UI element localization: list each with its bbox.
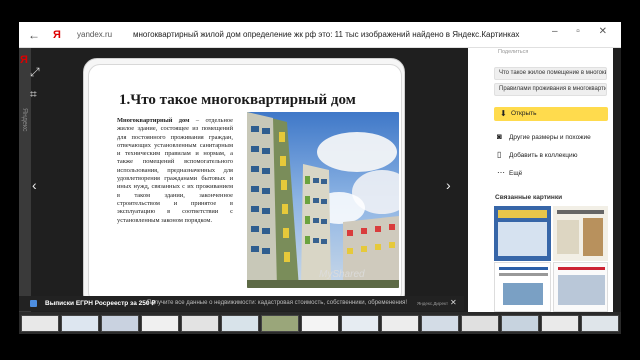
related-image-thumb[interactable]	[494, 206, 551, 261]
ad-banner[interactable]: Выписки ЕГРН Росреестр за 250 ₽ Получите…	[19, 296, 464, 311]
expand-icon[interactable]: ⤢	[30, 66, 40, 78]
screen: ← Я yandex.ru многоквартирный жилой дом …	[0, 0, 640, 360]
action-label: Ещё	[509, 170, 523, 177]
slide-sheet: 1.Что такое многоквартирный дом Многоква…	[88, 64, 402, 304]
share-label[interactable]: Поделиться	[498, 49, 528, 55]
filmstrip-thumb[interactable]	[501, 315, 539, 332]
ad-source: Яндекс.Директ	[417, 301, 449, 306]
action-label: Другие размеры и похожие	[509, 134, 591, 141]
filmstrip-thumb[interactable]	[261, 315, 299, 332]
filmstrip-thumb[interactable]	[301, 315, 339, 332]
ad-icon	[30, 300, 37, 307]
related-images-title: Связанные картинки	[495, 194, 563, 201]
similar-images-action[interactable]: ◙ Другие размеры и похожие	[497, 132, 612, 144]
prev-image-button[interactable]: ‹	[32, 178, 37, 192]
ad-description: Получите все данные о недвижимости: када…	[147, 300, 408, 306]
window-controls[interactable]: – ▫ ✕	[552, 26, 615, 37]
browser-topbar: ← Я yandex.ru многоквартирный жилой дом …	[19, 22, 621, 48]
sidebar-text: Яндекс	[21, 108, 28, 132]
watermark: MyShared	[319, 269, 365, 280]
filmstrip-thumb[interactable]	[21, 315, 59, 332]
more-icon: ⋯	[497, 168, 505, 177]
filmstrip-thumb[interactable]	[101, 315, 139, 332]
filmstrip-thumb[interactable]	[581, 315, 619, 332]
ad-headline[interactable]: Выписки ЕГРН Росреестр за 250 ₽	[45, 299, 155, 308]
filmstrip-thumb[interactable]	[381, 315, 419, 332]
slide-term: Многоквартирный дом	[117, 117, 190, 124]
crop-icon[interactable]: ⌗	[30, 88, 37, 100]
filmstrip-thumb[interactable]	[341, 315, 379, 332]
related-image-thumb[interactable]	[553, 262, 608, 312]
tag-chip[interactable]: Правилами проживания в многоквартир...	[494, 83, 607, 96]
page-title: многоквартирный жилой дом определение жк…	[133, 30, 520, 39]
more-action[interactable]: ⋯ Ещё	[497, 168, 612, 180]
building-photo	[247, 112, 399, 288]
slide-title: 1.Что такое многоквартирный дом	[119, 92, 356, 108]
close-icon[interactable]: ✕	[450, 298, 457, 308]
related-image-thumb[interactable]	[494, 262, 551, 312]
back-arrow-icon[interactable]: ←	[28, 27, 40, 43]
slide-text: Многоквартирный дом – отдельное жилое зд…	[117, 117, 233, 225]
download-icon: ⬇	[500, 109, 507, 118]
image-viewer: Я Яндекс ⤢ ⌗ ‹ › 1.Что такое многокварти…	[19, 48, 621, 312]
filmstrip-thumb[interactable]	[461, 315, 499, 332]
camera-icon: ◙	[497, 132, 502, 141]
filmstrip-thumb[interactable]	[221, 315, 259, 332]
slide-image[interactable]: 1.Что такое многоквартирный дом Многоква…	[83, 58, 405, 308]
bookmark-icon: ▯	[497, 150, 502, 159]
slide-definition: – отдельное жилое здание, состоящее из п…	[117, 117, 233, 224]
add-to-collection-action[interactable]: ▯ Добавить в коллекцию	[497, 150, 612, 162]
image-info-panel: Поделиться Что такое жилое помещение в м…	[468, 48, 613, 312]
open-button[interactable]: ⬇ Открыть	[494, 107, 608, 121]
yandex-logo[interactable]: Я	[53, 27, 61, 43]
tag-chip[interactable]: Что такое жилое помещение в многокварт..…	[494, 67, 607, 80]
filmstrip-thumb[interactable]	[541, 315, 579, 332]
thumbnail-filmstrip	[19, 312, 621, 334]
open-button-label: Открыть	[511, 110, 537, 117]
related-image-thumb[interactable]	[553, 206, 608, 261]
filmstrip-thumb[interactable]	[141, 315, 179, 332]
url-domain[interactable]: yandex.ru	[77, 29, 112, 41]
action-label: Добавить в коллекцию	[509, 152, 578, 159]
filmstrip-thumb[interactable]	[421, 315, 459, 332]
yandex-logo-small[interactable]: Я	[20, 54, 28, 66]
next-image-button[interactable]: ›	[446, 178, 451, 192]
filmstrip-thumb[interactable]	[181, 315, 219, 332]
filmstrip-thumb[interactable]	[61, 315, 99, 332]
building-photo-illustration	[247, 112, 399, 288]
